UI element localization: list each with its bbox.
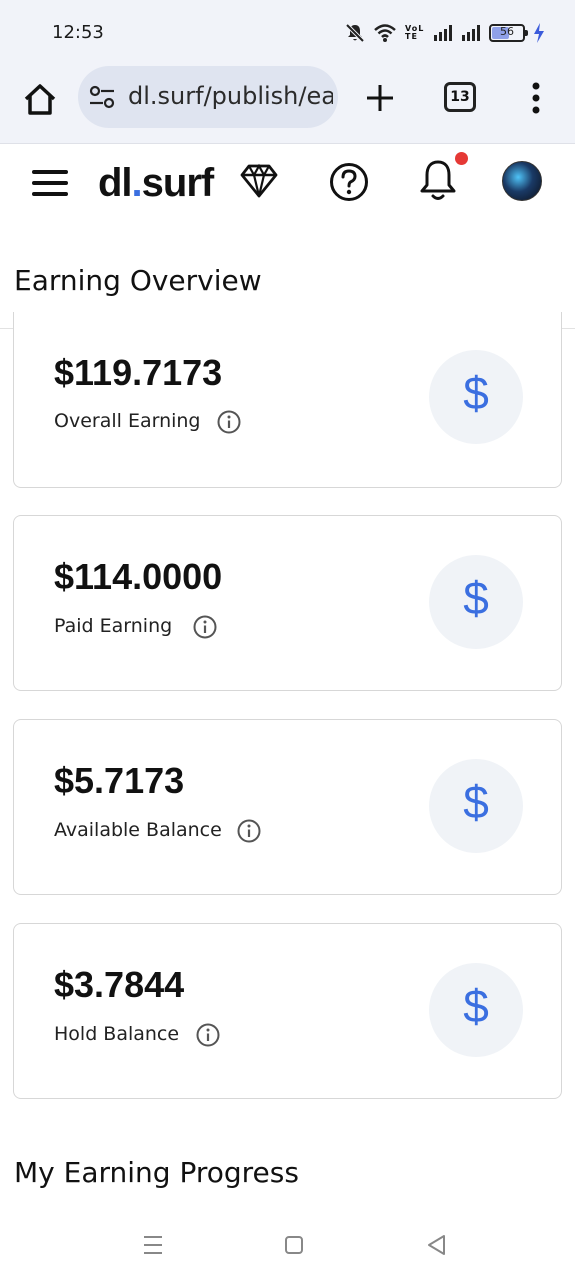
mute-icon [345,23,365,43]
bell-icon[interactable] [418,157,458,203]
diamond-icon[interactable] [240,163,278,199]
earning-label: Overall Earning [54,410,201,432]
earning-amount: $3.7844 [54,964,185,1005]
info-icon[interactable] [193,615,217,639]
page-title: Earning Overview [14,264,262,297]
info-icon[interactable] [237,819,261,843]
status-icons: VoLTE 56 [345,22,545,44]
info-icon[interactable] [196,1023,220,1047]
avatar[interactable] [502,161,542,201]
menu-icon[interactable] [30,165,70,201]
battery-icon: 56 [489,24,528,42]
logo-text-main: dl [98,161,133,205]
dollar-symbol: $ [463,572,489,624]
charging-icon [534,23,544,43]
site-logo[interactable]: dl.surf [98,161,215,206]
signal-icon [434,25,452,41]
volte-label: VoLTE [405,24,425,41]
site-header: dl.surf [0,145,575,225]
wifi-icon [374,24,396,42]
new-tab-icon[interactable] [362,80,398,116]
address-bar[interactable]: dl.surf/publish/ea [78,66,338,128]
info-icon[interactable] [217,410,241,434]
home-icon[interactable] [20,80,60,120]
logo-text-tail: surf [141,161,215,205]
browser-toolbar: dl.surf/publish/ea 13 [0,66,575,144]
earning-card: $3.7844 Hold Balance $ [13,923,562,1099]
section-title: My Earning Progress [14,1156,299,1189]
earning-card: $114.0000 Paid Earning $ [13,515,562,691]
url-text[interactable]: dl.surf/publish/ea [128,82,333,110]
earning-amount: $114.0000 [54,556,223,597]
site-settings-icon[interactable] [88,85,116,109]
recents-icon[interactable] [142,1234,164,1256]
home-square-icon[interactable] [285,1236,303,1254]
dollar-icon: $ [429,963,523,1057]
earning-card: $5.7173 Available Balance $ [13,719,562,895]
battery-level: 56 [500,25,514,38]
logo-dot: . [131,161,143,205]
dollar-symbol: $ [463,367,489,419]
more-vert-icon[interactable] [524,80,548,116]
back-icon[interactable] [426,1234,446,1256]
earning-label: Available Balance [54,819,222,841]
earning-card: $119.7173 Overall Earning $ [13,312,562,488]
signal-icon [462,25,480,41]
dollar-icon: $ [429,759,523,853]
help-icon[interactable] [328,161,370,203]
earning-amount: $5.7173 [54,760,185,801]
system-nav-bar [0,1210,575,1280]
earning-label: Paid Earning [54,615,173,637]
earning-label: Hold Balance [54,1023,180,1045]
dollar-symbol: $ [463,980,489,1032]
status-time: 12:53 [52,22,104,43]
status-bar: 12:53 VoLTE 56 [0,0,575,66]
dollar-icon: $ [429,350,523,444]
dollar-symbol: $ [463,776,489,828]
earning-amount: $119.7173 [54,352,223,393]
notification-dot [455,152,468,165]
dollar-icon: $ [429,555,523,649]
tabs-icon[interactable]: 13 [444,82,476,112]
